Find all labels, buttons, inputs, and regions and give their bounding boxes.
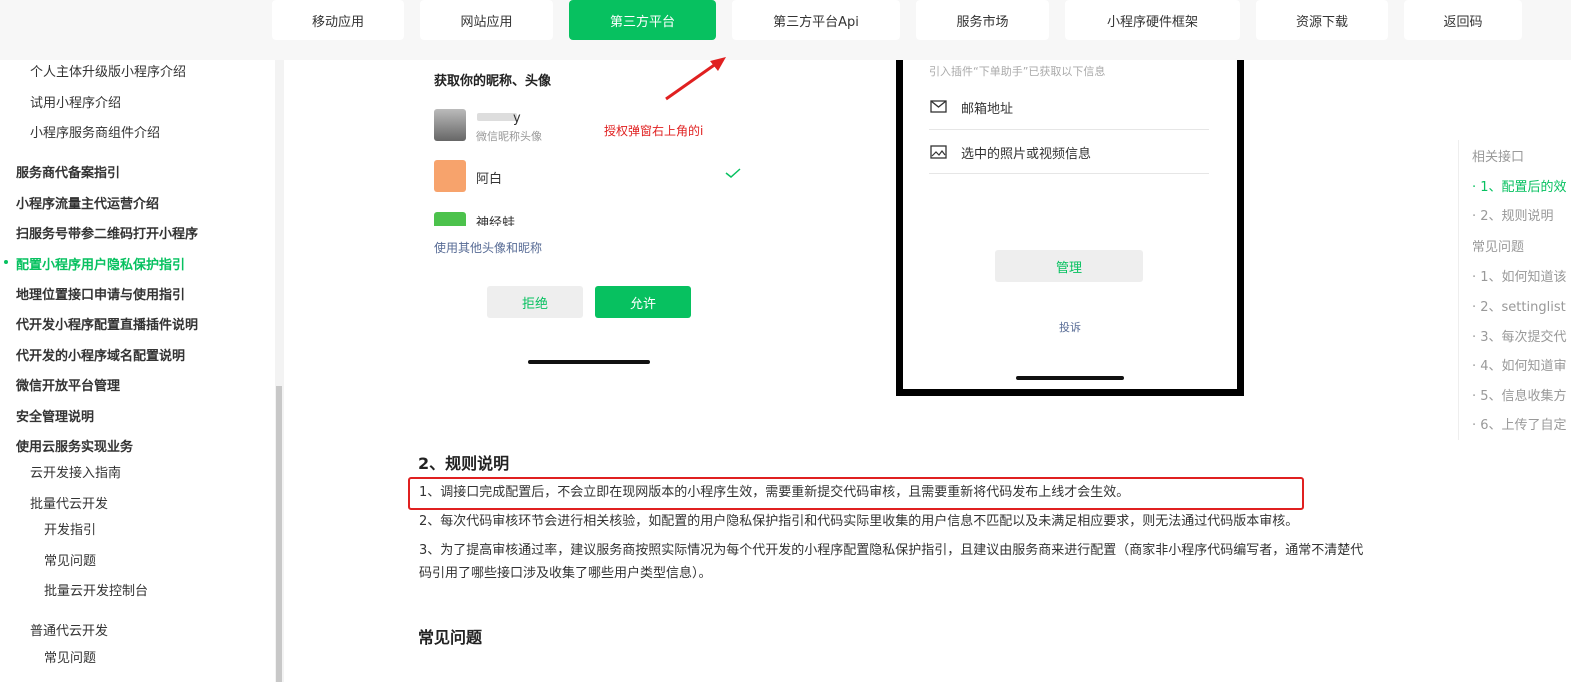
arrow-annotation-icon bbox=[665, 57, 726, 101]
nickname-2: 阿白 bbox=[476, 172, 503, 187]
sidebar-item[interactable]: 常见问题 bbox=[44, 647, 96, 666]
toc-item[interactable]: · 3、每次提交代 bbox=[1472, 326, 1567, 345]
nickname-1: y bbox=[513, 111, 521, 126]
allow-button[interactable]: 允许 bbox=[595, 286, 691, 318]
nav-hardware-framework[interactable]: 小程序硬件框架 bbox=[1065, 0, 1240, 40]
sidebar-item[interactable]: 批量云开发控制台 bbox=[44, 580, 148, 599]
check-icon bbox=[725, 168, 741, 178]
blurred-nickname bbox=[477, 113, 517, 121]
sidebar-item[interactable]: 微信开放平台管理 bbox=[16, 375, 120, 394]
phone-frame bbox=[896, 60, 1244, 396]
avatar bbox=[434, 212, 466, 226]
toc-item[interactable]: · 1、如何知道该 bbox=[1472, 266, 1567, 285]
sidebar-item[interactable]: 代开发小程序配置直播插件说明 bbox=[16, 314, 198, 333]
active-indicator-dot bbox=[4, 260, 8, 264]
section-title-faq: 常见问题 bbox=[418, 628, 483, 647]
divider bbox=[929, 173, 1209, 174]
rule-paragraph-3: 3、为了提高审核通过率，建议服务商按照实际情况为每个代开发的小程序配置隐私保护指… bbox=[419, 543, 1364, 581]
toc-item[interactable]: · 2、规则说明 bbox=[1472, 205, 1554, 224]
toc-line bbox=[1458, 140, 1459, 440]
avatar bbox=[434, 109, 466, 141]
sidebar-item[interactable]: 试用小程序介绍 bbox=[30, 92, 121, 111]
nav-return-code[interactable]: 返回码 bbox=[1404, 0, 1522, 40]
nav-third-party-platform[interactable]: 第三方平台 bbox=[569, 0, 716, 40]
sidebar-item-privacy-guide[interactable]: 配置小程序用户隐私保护指引 bbox=[16, 254, 185, 273]
top-nav: 移动应用 网站应用 第三方平台 第三方平台Api 服务市场 小程序硬件框架 资源… bbox=[0, 0, 1571, 60]
manage-button[interactable]: 管理 bbox=[995, 250, 1143, 282]
image-icon bbox=[930, 145, 947, 159]
sidebar-item[interactable]: 小程序服务商组件介绍 bbox=[30, 122, 160, 141]
nickname-3: 神经蛙 bbox=[476, 216, 516, 226]
toc-item[interactable]: 常见问题 bbox=[1472, 236, 1524, 255]
toc-item[interactable]: 相关接口 bbox=[1472, 146, 1524, 165]
sidebar-item[interactable]: 云开发接入指南 bbox=[30, 462, 121, 481]
photo-video-item: 选中的照片或视频信息 bbox=[961, 147, 1092, 162]
mail-icon bbox=[930, 100, 947, 113]
annotation-text: 授权弹窗右上角的i bbox=[604, 124, 704, 138]
sidebar-item[interactable]: 批量代云开发 bbox=[30, 493, 108, 512]
rule-paragraph-2: 2、每次代码审核环节会进行相关核验，如配置的用户隐私保护指引和代码实际里收集的用… bbox=[419, 514, 1299, 529]
toc-item[interactable]: · 2、settinglist bbox=[1472, 296, 1566, 315]
toc-item[interactable]: · 5、信息收集方 bbox=[1472, 385, 1567, 404]
toc-item[interactable]: · 4、如何知道审 bbox=[1472, 355, 1567, 374]
auth-dialog-title: 获取你的昵称、头像 bbox=[434, 74, 552, 89]
plugin-intro: 引入插件“下单助手”已获取以下信息 bbox=[929, 65, 1106, 78]
use-other-avatar-link[interactable]: 使用其他头像和昵称 bbox=[434, 239, 542, 256]
nav-web-app[interactable]: 网站应用 bbox=[420, 0, 553, 40]
sidebar-scrollbar[interactable] bbox=[275, 60, 284, 682]
nav-resource-download[interactable]: 资源下载 bbox=[1256, 0, 1388, 40]
nav-service-market[interactable]: 服务市场 bbox=[916, 0, 1049, 40]
highlight-box bbox=[408, 477, 1304, 510]
sidebar-item[interactable]: 使用云服务实现业务 bbox=[16, 436, 133, 455]
sidebar-item[interactable]: 常见问题 bbox=[44, 550, 96, 569]
toc-item[interactable]: · 6、上传了自定 bbox=[1472, 414, 1567, 433]
divider bbox=[929, 129, 1209, 130]
sidebar-item[interactable]: 普通代云开发 bbox=[30, 620, 108, 639]
sidebar-item[interactable]: 扫服务号带参二维码打开小程序 bbox=[16, 223, 198, 242]
scrollbar-thumb[interactable] bbox=[276, 386, 282, 682]
sidebar-item[interactable]: 服务商代备案指引 bbox=[16, 162, 120, 181]
nav-mobile-app[interactable]: 移动应用 bbox=[272, 0, 404, 40]
nav-third-party-api[interactable]: 第三方平台Api bbox=[732, 0, 900, 40]
sidebar-item[interactable]: 个人主体升级版小程序介绍 bbox=[30, 61, 186, 80]
toc-item-active[interactable]: · 1、配置后的效 bbox=[1472, 176, 1567, 195]
complain-link[interactable]: 投诉 bbox=[1059, 319, 1081, 335]
section-title-rules: 2、规则说明 bbox=[418, 454, 510, 473]
home-indicator bbox=[1016, 376, 1124, 380]
sidebar-item[interactable]: 安全管理说明 bbox=[16, 406, 94, 425]
sidebar-item[interactable]: 小程序流量主代运营介绍 bbox=[16, 193, 159, 212]
email-item: 邮箱地址 bbox=[961, 102, 1014, 117]
avatar bbox=[434, 160, 466, 192]
home-indicator bbox=[528, 360, 650, 364]
sidebar-item[interactable]: 地理位置接口申请与使用指引 bbox=[16, 284, 185, 303]
sidebar-item[interactable]: 开发指引 bbox=[44, 519, 96, 538]
reject-button[interactable]: 拒绝 bbox=[487, 286, 583, 318]
nickname-3-clip: 神经蛙 bbox=[476, 212, 515, 226]
nickname-1-sub: 微信昵称头像 bbox=[476, 130, 542, 143]
sidebar-item[interactable]: 代开发的小程序域名配置说明 bbox=[16, 345, 185, 364]
